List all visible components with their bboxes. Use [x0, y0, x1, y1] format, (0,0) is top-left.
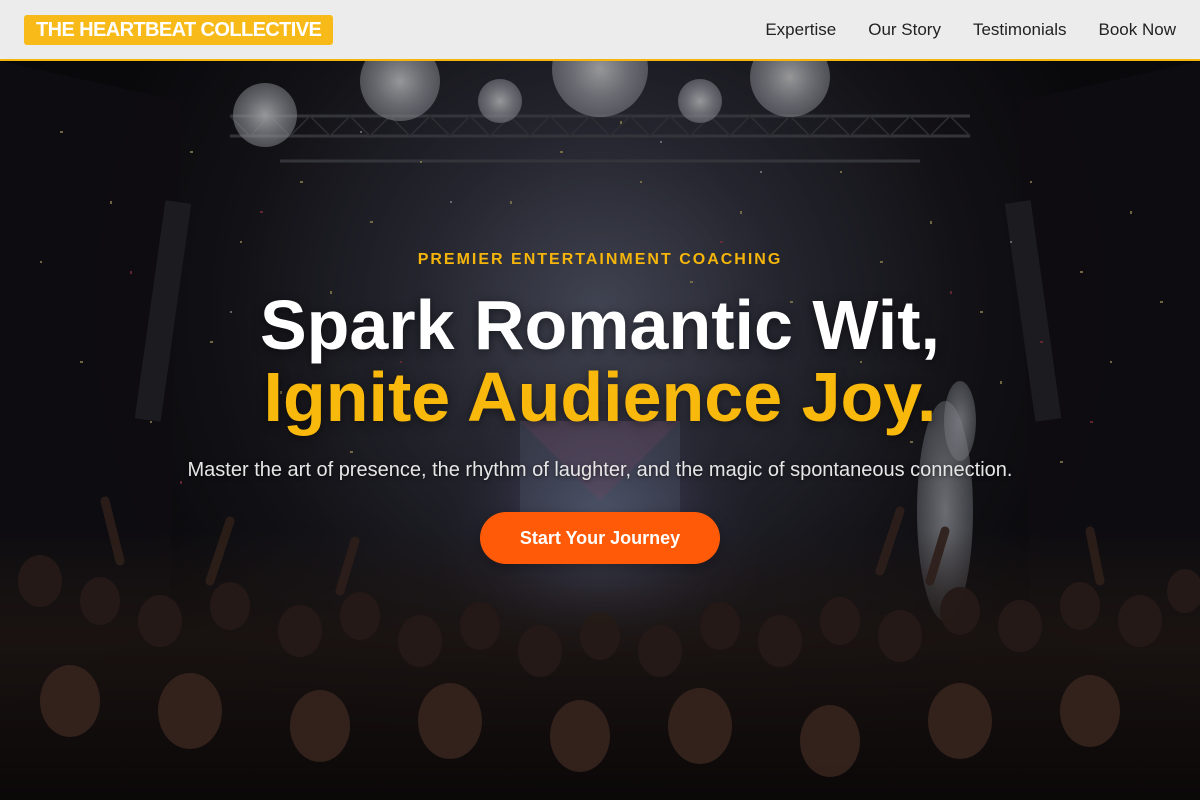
landing-page: THE HEARTBEAT COLLECTIVE Expertise Our S… — [0, 0, 1200, 800]
hero-section: PREMIER ENTERTAINMENT COACHING Spark Rom… — [0, 61, 1200, 800]
hero-content: PREMIER ENTERTAINMENT COACHING Spark Rom… — [0, 61, 1200, 800]
start-journey-button[interactable]: Start Your Journey — [480, 512, 720, 564]
nav-link-our-story[interactable]: Our Story — [868, 20, 941, 40]
main-nav: Expertise Our Story Testimonials Book No… — [765, 20, 1176, 40]
hero-eyebrow: PREMIER ENTERTAINMENT COACHING — [417, 251, 783, 268]
nav-link-testimonials[interactable]: Testimonials — [973, 20, 1067, 40]
hero-headline-line1: Spark Romantic Wit, — [259, 286, 941, 364]
hero-subheadline: Master the art of presence, the rhythm o… — [187, 459, 1013, 481]
nav-link-expertise[interactable]: Expertise — [765, 20, 836, 40]
brand-logo[interactable]: THE HEARTBEAT COLLECTIVE — [24, 14, 334, 45]
hero-headline-line2: Ignite Audience Joy. — [263, 358, 937, 436]
top-navbar: THE HEARTBEAT COLLECTIVE Expertise Our S… — [0, 0, 1200, 61]
nav-link-book-now[interactable]: Book Now — [1099, 20, 1176, 40]
